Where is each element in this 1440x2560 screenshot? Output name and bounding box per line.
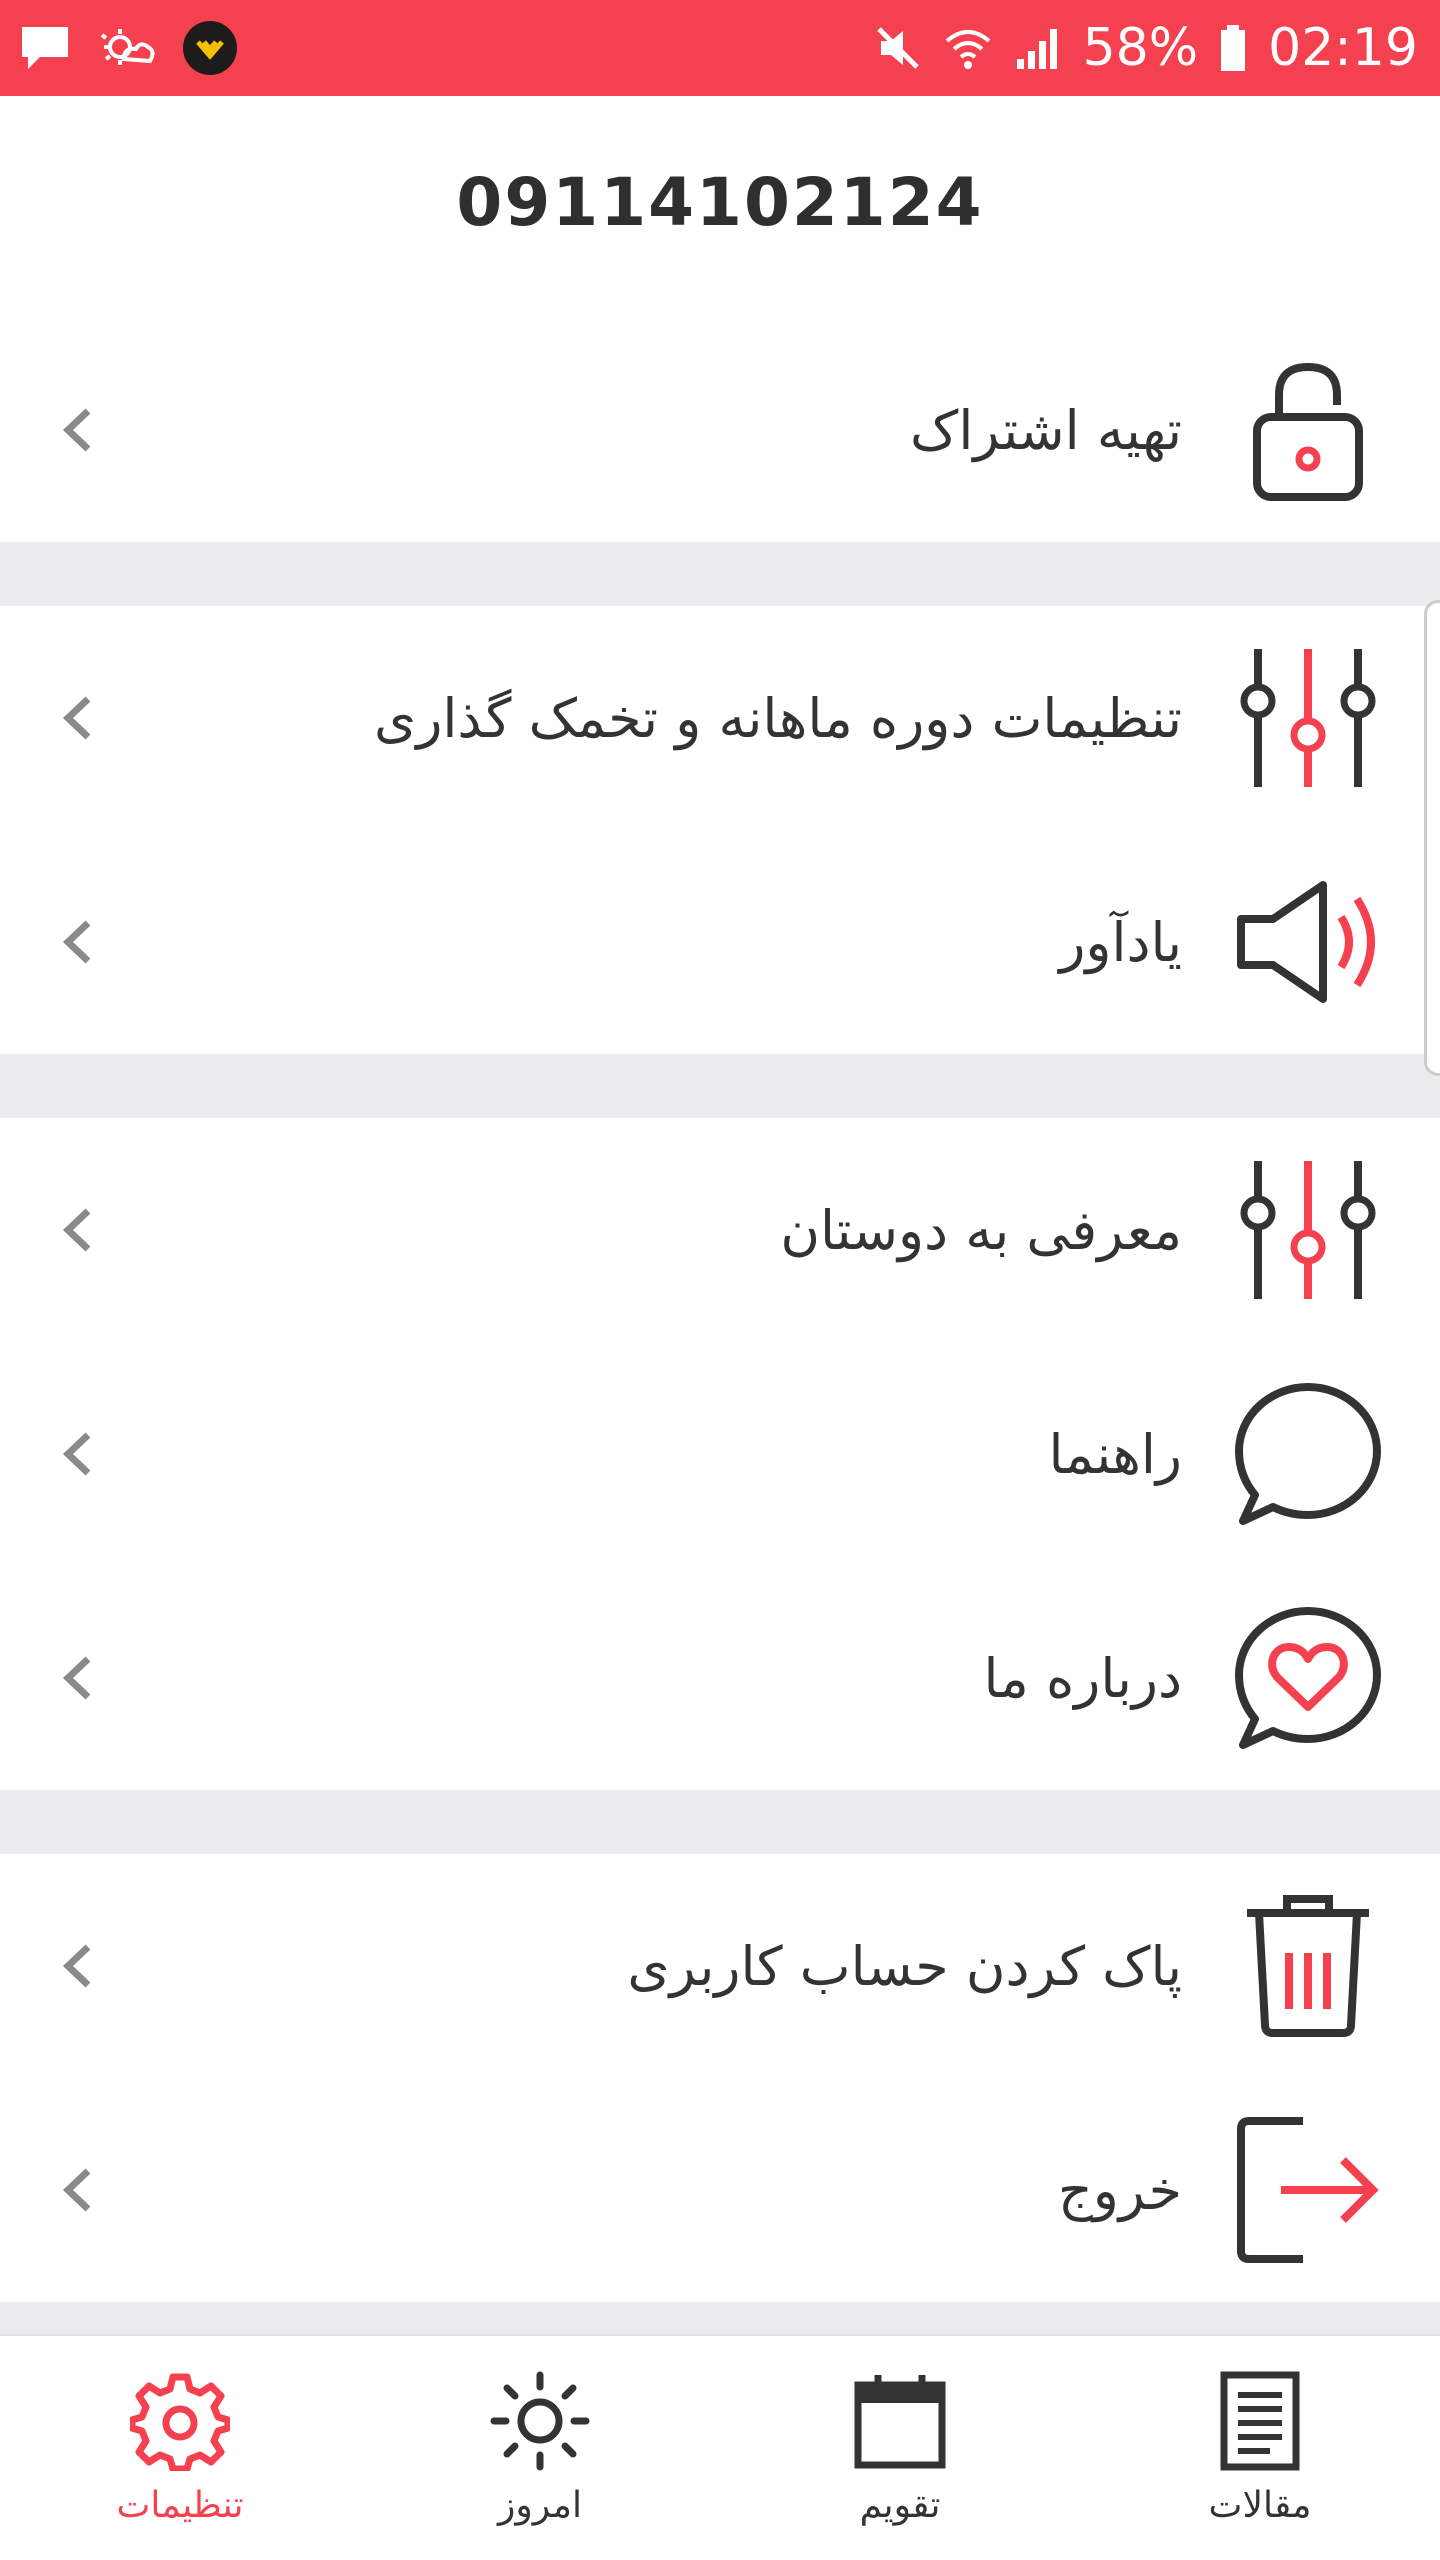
chevron-left-icon [48, 1648, 108, 1708]
group-separator [0, 1054, 1440, 1118]
nav-tab-settings[interactable]: تنظیمات [0, 2336, 360, 2560]
chevron-left-icon [48, 2160, 108, 2220]
chevron-left-icon [48, 400, 108, 460]
calendar-icon [850, 2371, 950, 2475]
settings-group-account: پاک کردن حساب کاربری خروج [0, 1854, 1440, 2302]
gear-icon [128, 2371, 232, 2475]
chat-bubble-icon [1228, 1374, 1388, 1534]
heart-bubble-icon [1228, 1598, 1388, 1758]
lock-icon [1228, 350, 1388, 510]
nav-tab-label: تنظیمات [116, 2484, 244, 2526]
nav-tab-label: مقالات [1208, 2484, 1312, 2526]
menu-item-reminder[interactable]: یادآور [0, 830, 1440, 1054]
battery-percent: 58% [1082, 18, 1199, 78]
menu-item-label: خروج [1057, 2158, 1182, 2222]
status-left [18, 20, 238, 76]
settings-group-cycle: تنظیمات دوره ماهانه و تخمک گذاری یادآور [0, 606, 1440, 1054]
chevron-left-icon [48, 1936, 108, 1996]
menu-item-label: پاک کردن حساب کاربری [627, 1934, 1182, 1998]
phone-number-title: 09114102124 [456, 163, 984, 241]
menu-item-cycle-settings[interactable]: تنظیمات دوره ماهانه و تخمک گذاری [0, 606, 1440, 830]
speaker-icon [1228, 862, 1388, 1022]
sliders-icon [1228, 638, 1388, 798]
nav-tab-calendar[interactable]: تقویم [720, 2336, 1080, 2560]
menu-item-subscription[interactable]: تهیه اشتراک [0, 318, 1440, 542]
app-badge-icon [182, 20, 238, 76]
page-header: 09114102124 [0, 96, 1440, 308]
trash-icon [1228, 1886, 1388, 2046]
menu-item-label: یادآور [1059, 910, 1182, 974]
article-icon [1210, 2371, 1310, 2475]
nav-tab-today[interactable]: امروز [360, 2336, 720, 2560]
group-separator [0, 2302, 1440, 2334]
menu-item-label: تنظیمات دوره ماهانه و تخمک گذاری [374, 686, 1182, 750]
nav-tab-label: تقویم [859, 2484, 941, 2526]
menu-item-label: معرفی به دوستان [780, 1198, 1182, 1262]
chevron-left-icon [48, 688, 108, 748]
clock: 02:19 [1268, 18, 1418, 78]
chevron-left-icon [48, 1424, 108, 1484]
scroll-indicator[interactable] [1424, 600, 1440, 1076]
chevron-left-icon [48, 1200, 108, 1260]
weather-icon [98, 23, 156, 73]
nav-tab-articles[interactable]: مقالات [1080, 2336, 1440, 2560]
group-separator [0, 1790, 1440, 1854]
wifi-icon [943, 23, 993, 73]
battery-icon [1218, 23, 1248, 73]
status-bar: 58% 02:19 [0, 0, 1440, 96]
nav-tab-label: امروز [498, 2484, 582, 2526]
chevron-left-icon [48, 912, 108, 972]
mute-icon [873, 23, 923, 73]
menu-item-label: درباره ما [983, 1646, 1182, 1710]
logout-icon [1228, 2110, 1388, 2270]
menu-item-label: تهیه اشتراک [909, 398, 1182, 462]
menu-item-label: راهنما [1048, 1422, 1182, 1486]
group-separator [0, 542, 1440, 606]
menu-item-delete-account[interactable]: پاک کردن حساب کاربری [0, 1854, 1440, 2078]
menu-item-invite-friends[interactable]: معرفی به دوستان [0, 1118, 1440, 1342]
signal-icon [1013, 23, 1063, 73]
sliders-icon [1228, 1150, 1388, 1310]
menu-item-guide[interactable]: راهنما [0, 1342, 1440, 1566]
sun-icon [490, 2371, 590, 2475]
message-icon [18, 23, 72, 73]
status-right: 58% 02:19 [873, 18, 1418, 78]
settings-group-info: معرفی به دوستان راهنما درباره ما [0, 1118, 1440, 1790]
menu-item-logout[interactable]: خروج [0, 2078, 1440, 2302]
menu-item-about-us[interactable]: درباره ما [0, 1566, 1440, 1790]
bottom-navigation: تنظیمات امروز تقویم مقالات [0, 2334, 1440, 2560]
settings-group-subscription: تهیه اشتراک [0, 318, 1440, 542]
